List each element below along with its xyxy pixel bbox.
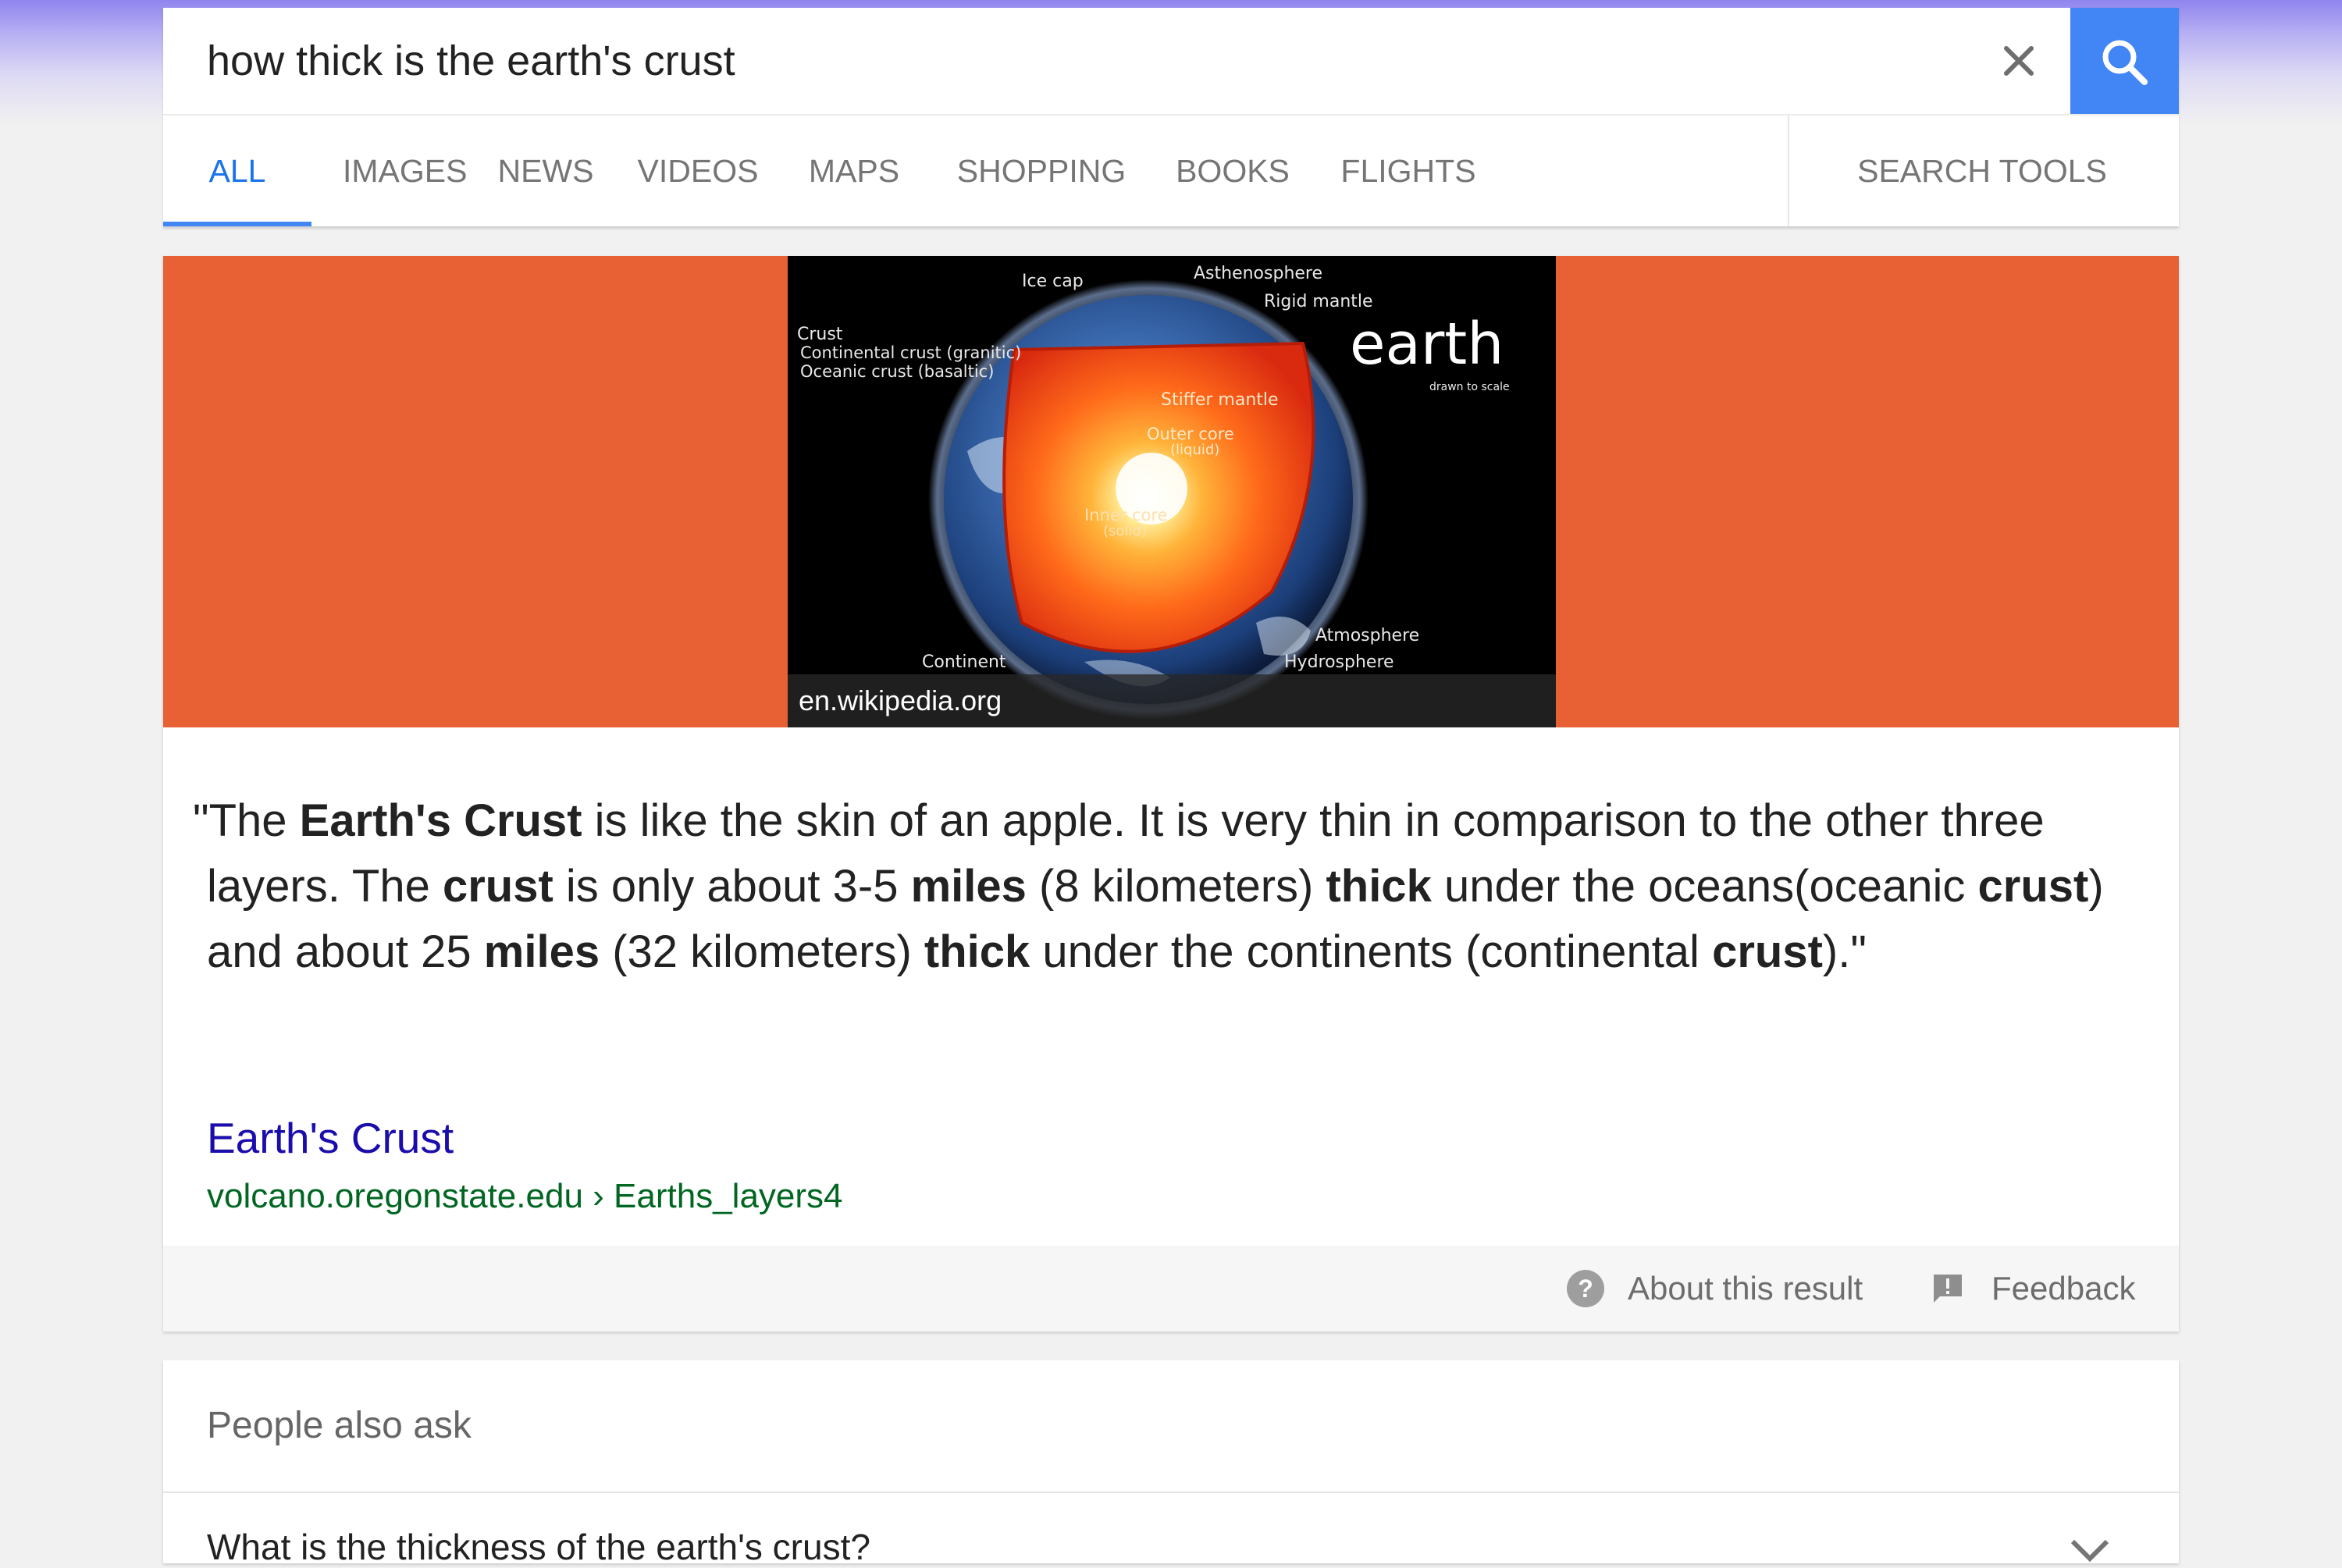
snippet-banner: Ice cap Asthenosphere Rigid mantle Crust… bbox=[163, 256, 2179, 727]
snippet-part: )." bbox=[1822, 926, 1867, 977]
snippet-bold: thick bbox=[924, 926, 1030, 977]
people-also-ask-card: People also ask What is the thickness of… bbox=[163, 1360, 2179, 1567]
snippet-footer: ? About this result Feedback bbox=[163, 1246, 2179, 1332]
earth-layers-image[interactable]: Ice cap Asthenosphere Rigid mantle Crust… bbox=[788, 256, 1556, 727]
tab-images[interactable]: IMAGES bbox=[343, 116, 467, 226]
about-this-result-button[interactable]: ? About this result bbox=[1565, 1246, 1863, 1332]
feedback-icon bbox=[1934, 1275, 1962, 1303]
snippet-part: "The bbox=[193, 795, 300, 846]
label-hydrosphere: Hydrosphere bbox=[1284, 652, 1394, 672]
search-icon bbox=[2102, 40, 2148, 85]
about-this-result-label: About this result bbox=[1628, 1270, 1863, 1307]
tabs-divider bbox=[1788, 116, 1789, 226]
label-continent: Continent bbox=[922, 652, 1006, 672]
result-domain: volcano.oregonstate.edu bbox=[207, 1177, 583, 1215]
tab-maps[interactable]: MAPS bbox=[795, 116, 913, 226]
tab-books[interactable]: BOOKS bbox=[1162, 116, 1303, 226]
label-outer-core-state: (liquid) bbox=[1170, 442, 1220, 458]
snippet-text: "The Earth's Crust is like the skin of a… bbox=[193, 788, 2159, 985]
snippet-part: (32 kilometers) bbox=[600, 926, 924, 977]
snippet-part: under the oceans(oceanic bbox=[1431, 861, 1978, 912]
related-question[interactable]: What is the thickness of the earth's cru… bbox=[207, 1526, 870, 1568]
snippet-bold: crust bbox=[1712, 926, 1823, 977]
help-icon: ? bbox=[1567, 1270, 1604, 1307]
result-path: Earths_layers4 bbox=[614, 1177, 843, 1215]
snippet-bold: crust bbox=[442, 861, 553, 912]
tab-news[interactable]: NEWS bbox=[483, 116, 608, 226]
snippet-bold: miles bbox=[910, 861, 1027, 912]
tab-all[interactable]: ALL bbox=[163, 116, 311, 226]
snippet-bold: Earth's Crust bbox=[299, 795, 582, 846]
label-drawn-to-scale: drawn to scale bbox=[1429, 381, 1510, 393]
featured-snippet-card: Ice cap Asthenosphere Rigid mantle Crust… bbox=[163, 256, 2179, 1332]
snippet-part: under the continents (continental bbox=[1030, 926, 1713, 977]
search-input[interactable]: how thick is the earth's crust bbox=[207, 8, 735, 114]
feedback-label: Feedback bbox=[1991, 1270, 2136, 1307]
svg-text:?: ? bbox=[1578, 1275, 1593, 1303]
label-continental-crust: Continental crust (granitic) bbox=[800, 343, 1022, 362]
snippet-bold: crust bbox=[1977, 861, 2089, 912]
search-tools-button[interactable]: SEARCH TOOLS bbox=[1818, 116, 2146, 226]
tab-flights[interactable]: FLIGHTS bbox=[1326, 116, 1490, 226]
snippet-bold: thick bbox=[1326, 861, 1432, 912]
label-stiffer-mantle: Stiffer mantle bbox=[1161, 390, 1279, 410]
label-rigid-mantle: Rigid mantle bbox=[1264, 292, 1373, 311]
clear-search-button[interactable] bbox=[1988, 30, 2050, 92]
search-bar: how thick is the earth's crust bbox=[163, 8, 2179, 116]
label-atmosphere: Atmosphere bbox=[1315, 626, 1420, 645]
divider bbox=[163, 1492, 2179, 1493]
label-inner-core: Inner core bbox=[1084, 506, 1168, 524]
feedback-button[interactable]: Feedback bbox=[1931, 1246, 2135, 1332]
close-icon bbox=[2004, 46, 2034, 76]
label-oceanic-crust: Oceanic crust (basaltic) bbox=[800, 362, 995, 381]
chevron-down-icon[interactable] bbox=[2068, 1537, 2112, 1563]
active-tab-indicator bbox=[163, 222, 311, 226]
result-url[interactable]: volcano.oregonstate.edu › Earths_layers4 bbox=[207, 1177, 843, 1216]
tab-videos[interactable]: VIDEOS bbox=[632, 116, 764, 226]
snippet-part: (8 kilometers) bbox=[1026, 861, 1326, 912]
search-button[interactable] bbox=[2070, 8, 2179, 116]
people-also-ask-title: People also ask bbox=[207, 1405, 472, 1446]
tab-shopping[interactable]: SHOPPING bbox=[944, 116, 1139, 226]
snippet-part: is only about 3-5 bbox=[553, 861, 911, 912]
label-crust: Crust bbox=[797, 325, 843, 344]
label-inner-core-state: (solid) bbox=[1103, 523, 1147, 539]
label-asthenosphere: Asthenosphere bbox=[1194, 264, 1323, 283]
label-earth: earth bbox=[1350, 311, 1504, 378]
result-title-link[interactable]: Earth's Crust bbox=[207, 1113, 454, 1163]
result-url-separator: › bbox=[582, 1177, 614, 1215]
image-source-bar: en.wikipedia.org bbox=[788, 674, 1556, 727]
snippet-bold: miles bbox=[483, 926, 600, 977]
label-ice-cap: Ice cap bbox=[1022, 272, 1084, 291]
search-tabs: ALL IMAGES NEWS VIDEOS MAPS SHOPPING BOO… bbox=[163, 114, 2179, 226]
label-outer-core: Outer core bbox=[1147, 425, 1234, 443]
image-source-text: en.wikipedia.org bbox=[799, 684, 1002, 716]
